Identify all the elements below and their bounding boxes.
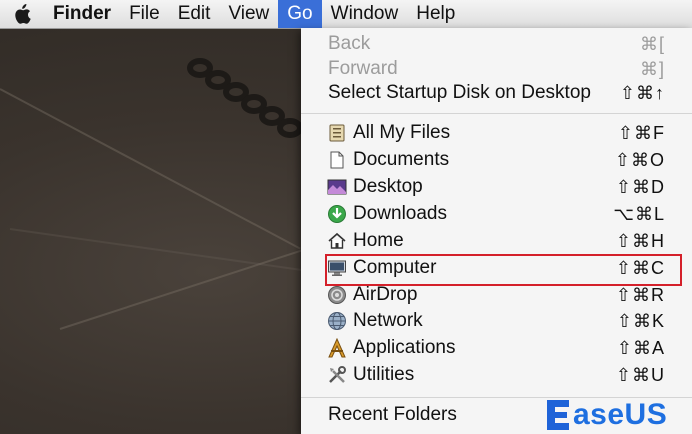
applications-icon	[328, 338, 346, 358]
menu-item-home[interactable]: Home ⇧⌘H	[301, 228, 692, 254]
menu-item-label: Utilities	[353, 364, 415, 385]
highlight-box	[325, 254, 682, 286]
shortcut-label: ⇧⌘R	[615, 284, 665, 305]
shortcut-label: ⌘[	[639, 33, 665, 54]
menu-item-label: AirDrop	[353, 284, 418, 305]
menu-window[interactable]: Window	[322, 0, 408, 28]
shortcut-label: ⌘]	[639, 58, 665, 79]
menu-help[interactable]: Help	[407, 0, 464, 28]
shortcut-label: ⇧⌘↑	[619, 82, 665, 103]
menu-item-all-my-files[interactable]: All My Files ⇧⌘F	[301, 120, 692, 146]
menu-item-downloads[interactable]: Downloads ⌥⌘L	[301, 201, 692, 227]
menu-item-documents[interactable]: Documents ⇧⌘O	[301, 147, 692, 173]
menu-item-label: Network	[353, 310, 423, 331]
documents-icon	[330, 151, 344, 169]
network-icon	[328, 312, 346, 330]
utilities-icon	[329, 366, 346, 383]
easeus-e-icon	[547, 400, 569, 430]
shortcut-label: ⇧⌘D	[615, 176, 665, 197]
menu-item-label: Select Startup Disk on Desktop	[328, 82, 591, 103]
menu-item-utilities[interactable]: Utilities ⇧⌘U	[301, 362, 692, 388]
menu-item-desktop[interactable]: Desktop ⇧⌘D	[301, 174, 692, 200]
desktop-crease	[59, 247, 308, 330]
home-icon	[328, 232, 346, 249]
menu-item-label: Forward	[328, 58, 398, 79]
all-my-files-icon	[329, 124, 345, 142]
menu-item-label: Documents	[353, 149, 450, 170]
shortcut-label: ⇧⌘U	[615, 364, 665, 385]
shortcut-label: ⇧⌘O	[614, 149, 665, 170]
menu-item-select-startup-disk[interactable]: Select Startup Disk on Desktop ⇧⌘↑	[301, 80, 692, 106]
menu-item-forward[interactable]: Forward ⌘]	[301, 56, 692, 82]
menu-separator	[301, 113, 692, 114]
menu-item-applications[interactable]: Applications ⇧⌘A	[301, 335, 692, 361]
menu-item-label: Downloads	[353, 203, 447, 224]
easeus-logo-text: aseUS	[573, 398, 668, 431]
menu-bar: Finder File Edit View Go Window Help	[0, 0, 692, 29]
menu-item-label: Applications	[353, 337, 456, 358]
chain-decoration	[187, 58, 303, 138]
menu-item-label: Back	[328, 33, 371, 54]
apple-icon[interactable]	[0, 0, 44, 28]
menu-item-network[interactable]: Network ⇧⌘K	[301, 308, 692, 334]
downloads-icon	[328, 205, 346, 223]
menu-file[interactable]: File	[120, 0, 169, 28]
menu-edit[interactable]: Edit	[169, 0, 220, 28]
menu-item-label: Desktop	[353, 176, 423, 197]
menu-item-label: Recent Folders	[328, 404, 457, 425]
desktop-icon	[327, 179, 347, 195]
go-menu-dropdown: Back ⌘[ Forward ⌘] Select Startup Disk o…	[301, 28, 692, 434]
shortcut-label: ⌥⌘L	[613, 203, 665, 224]
menu-item-label: Home	[353, 230, 404, 251]
easeus-logo: aseUS	[543, 396, 667, 434]
menu-view[interactable]: View	[219, 0, 278, 28]
menu-item-label: All My Files	[353, 122, 451, 143]
airdrop-icon	[328, 286, 346, 304]
shortcut-label: ⇧⌘A	[616, 337, 665, 358]
shortcut-label: ⇧⌘H	[615, 230, 665, 251]
desktop-crease	[9, 228, 308, 272]
shortcut-label: ⇧⌘K	[616, 310, 665, 331]
menu-finder[interactable]: Finder	[44, 0, 120, 28]
shortcut-label: ⇧⌘F	[617, 122, 665, 143]
menu-item-back[interactable]: Back ⌘[	[301, 31, 692, 57]
menu-go[interactable]: Go	[278, 0, 322, 28]
